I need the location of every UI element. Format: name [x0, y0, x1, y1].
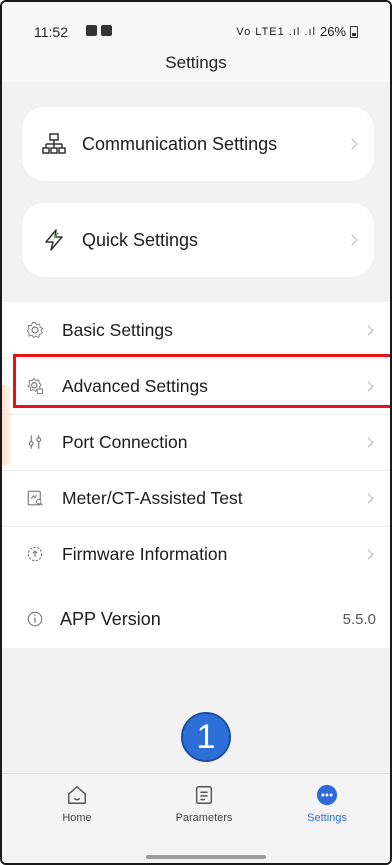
tab-parameters[interactable]: Parameters: [149, 784, 259, 824]
quick-settings-card[interactable]: Quick Settings: [22, 203, 374, 277]
list-item-label: Firmware Information: [62, 543, 228, 564]
app-version-label: APP Version: [60, 608, 161, 629]
firmware-icon: [27, 546, 43, 562]
battery-icon: [350, 25, 358, 38]
chevron-right-icon: [363, 493, 374, 503]
list-item-port-connection[interactable]: Port Connection: [2, 414, 390, 470]
home-icon: [68, 786, 86, 804]
tab-home[interactable]: Home: [22, 784, 132, 824]
settings-list: Basic Settings Advanced Settings Port Co…: [2, 302, 390, 612]
list-item-label: Port Connection: [62, 431, 188, 452]
chevron-right-icon: [346, 138, 358, 150]
card-label: Quick Settings: [82, 229, 199, 250]
status-time: 11:52: [34, 24, 68, 40]
app-version-value: 5.5.0: [342, 610, 376, 628]
document-icon: [195, 786, 213, 804]
chevron-right-icon: [346, 234, 358, 246]
phone-frame: 11:52 Vo LTE1 .ıl .ıl 26% Settings Commu…: [0, 0, 392, 865]
gallery-notification-icon: [86, 25, 97, 36]
app-version-row: APP Version 5.5.0: [2, 590, 390, 648]
info-icon: [27, 611, 43, 627]
tab-label: Settings: [307, 812, 347, 824]
notification-icons: [86, 25, 112, 36]
check-notification-icon: [101, 25, 112, 36]
communication-settings-card[interactable]: Communication Settings: [22, 107, 374, 181]
battery-percent: 26%: [319, 24, 346, 39]
list-item-label: Basic Settings: [62, 319, 173, 340]
highlight-box: [13, 354, 390, 408]
signal-icon: Vo LTE1 .ıl .ıl: [236, 25, 316, 38]
list-item-basic-settings[interactable]: Basic Settings: [2, 302, 390, 358]
list-item-meter-ct-test[interactable]: Meter/CT-Assisted Test: [2, 470, 390, 526]
card-label: Communication Settings: [82, 133, 278, 154]
more-icon: [316, 784, 338, 806]
bottom-tab-bar: Home Parameters Settings: [2, 773, 390, 863]
lightning-icon: [45, 229, 63, 251]
status-bar: 11:52 Vo LTE1 .ıl .ıl 26%: [2, 2, 390, 46]
home-indicator: [146, 855, 266, 859]
chevron-right-icon: [363, 325, 374, 335]
chevron-right-icon: [363, 437, 374, 447]
list-item-label: Meter/CT-Assisted Test: [62, 487, 243, 508]
status-indicators: Vo LTE1 .ıl .ıl 26%: [236, 24, 358, 39]
step-badge: 1: [181, 712, 231, 762]
tab-label: Parameters: [175, 812, 233, 824]
page-title: Settings: [2, 46, 390, 82]
tab-label: Home: [62, 812, 92, 824]
port-icon: [28, 435, 42, 449]
list-item-firmware-information[interactable]: Firmware Information: [2, 526, 390, 582]
meter-test-icon: [27, 490, 43, 506]
decorative-accent: [2, 385, 12, 465]
chevron-right-icon: [363, 549, 374, 559]
gear-icon: [26, 322, 44, 339]
tab-settings[interactable]: Settings: [272, 784, 382, 824]
network-icon: [42, 133, 66, 154]
